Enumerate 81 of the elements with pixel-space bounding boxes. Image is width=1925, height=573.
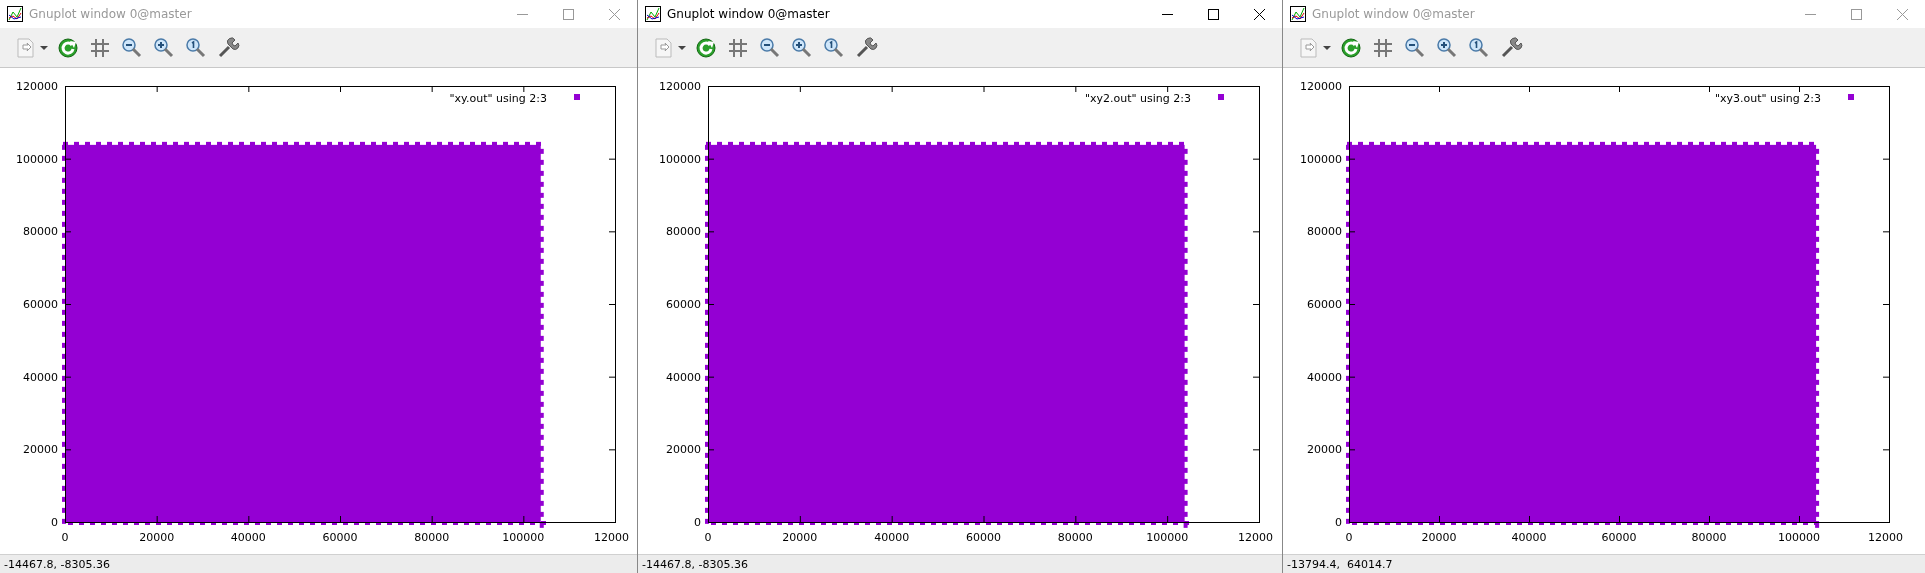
tick-label: 20000 [139, 531, 175, 544]
caret-icon [40, 44, 48, 51]
app-icon [1290, 6, 1306, 22]
tick-label: 80000 [1057, 531, 1093, 544]
tick-label: 12000 [1238, 531, 1273, 544]
tick-label: 20000 [1307, 443, 1342, 457]
magnifier-icon [184, 35, 208, 60]
legend-label: "xy3.out" using 2:3 [1714, 92, 1821, 105]
caret-icon [678, 44, 686, 51]
tick-label: 100000 [1146, 531, 1189, 544]
app-icon [645, 6, 661, 22]
coordinates-text: -14467.8, -8305.36 [642, 557, 748, 571]
tick-label: 120000 [659, 80, 701, 93]
tick-label: 80000 [666, 225, 701, 239]
tick-label: 20000 [782, 531, 818, 544]
zoom-out-icon [758, 35, 782, 60]
zoom-out-icon [1403, 35, 1427, 60]
tick-label: 40000 [230, 531, 266, 544]
tick-label: 40000 [666, 370, 701, 384]
tick-label: 60000 [1307, 298, 1342, 311]
tick-label: 100000 [1778, 531, 1820, 544]
tick-label: 80000 [414, 531, 450, 544]
tick-label: 40000 [1307, 370, 1342, 384]
close-icon [1253, 8, 1265, 20]
tick-label: 60000 [966, 531, 1001, 544]
tick-label: 40000 [1511, 531, 1547, 544]
tick-label: 20000 [23, 443, 58, 457]
window-title: Gnuplot window 0@master [1312, 7, 1476, 21]
tick-label: 12000 [594, 531, 629, 544]
tick-label: 100000 [1300, 152, 1342, 166]
tick-label: 60000 [1601, 531, 1637, 544]
tick-label: 0 [704, 531, 712, 544]
tick-label: 100000 [659, 152, 701, 166]
tick-label: 0 [51, 516, 58, 529]
legend-marker [1218, 94, 1224, 100]
window-title: Gnuplot window 0@master [667, 7, 831, 21]
caret-icon [1323, 44, 1331, 51]
tick-label: 80000 [1691, 531, 1727, 544]
window-title: Gnuplot window 0@master [29, 7, 193, 21]
zoom-in-icon [1435, 35, 1459, 60]
magnifier-icon [822, 35, 846, 60]
tick-label: 12000 [1868, 531, 1903, 544]
refresh-icon [56, 35, 80, 60]
tick-label: 0 [694, 516, 701, 529]
wrench-icon [1499, 35, 1523, 60]
tick-label: 80000 [1307, 225, 1342, 239]
legend-marker [574, 94, 580, 100]
zoom-in-icon [152, 35, 176, 60]
close-icon [608, 8, 620, 20]
coordinates-text: -14467.8, -8305.36 [4, 557, 110, 571]
tick-label: 100000 [502, 531, 545, 544]
tick-label: 0 [61, 531, 69, 544]
close-icon [1896, 8, 1908, 20]
tick-label: 20000 [1421, 531, 1457, 544]
tick-label: 120000 [16, 80, 58, 93]
tick-label: 60000 [322, 531, 358, 544]
maximize-icon [1207, 8, 1219, 20]
coordinates-text: -13794.4, 64014.7 [1287, 557, 1393, 571]
app-icon [7, 6, 23, 22]
tick-label: 0 [1345, 531, 1353, 544]
tick-label: 20000 [666, 443, 701, 457]
tick-label: 60000 [666, 298, 701, 311]
tick-label: 80000 [23, 225, 58, 239]
tick-label: 0 [1335, 516, 1342, 529]
legend-marker [1848, 94, 1854, 100]
zoom-in-icon [790, 35, 814, 60]
legend-label: "xy2.out" using 2:3 [1084, 92, 1191, 105]
tick-label: 40000 [23, 370, 58, 384]
refresh-icon [694, 35, 718, 60]
legend-label: "xy.out" using 2:3 [449, 92, 547, 105]
wrench-icon [216, 35, 240, 60]
tick-label: 100000 [16, 152, 58, 166]
zoom-out-icon [120, 35, 144, 60]
tick-label: 40000 [874, 531, 910, 544]
tick-label: 60000 [23, 298, 58, 311]
maximize-icon [562, 8, 574, 20]
wrench-icon [854, 35, 878, 60]
maximize-icon [1850, 8, 1862, 20]
refresh-icon [1339, 35, 1363, 60]
tick-label: 120000 [1300, 80, 1342, 93]
magnifier-icon [1467, 35, 1491, 60]
